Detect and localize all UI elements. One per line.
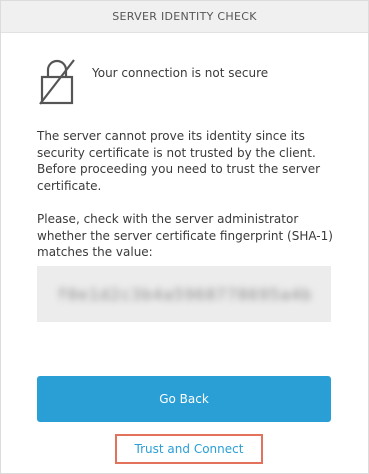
trust-highlight-box: Trust and Connect bbox=[115, 434, 263, 464]
identity-check-dialog: SERVER IDENTITY CHECK Your connection is… bbox=[0, 0, 369, 474]
fingerprint-value: f0e1d2c3b4a5968778695a4b bbox=[57, 284, 313, 304]
fingerprint-instructions: Please, check with the server administra… bbox=[37, 212, 333, 259]
dialog-header: SERVER IDENTITY CHECK bbox=[1, 1, 368, 33]
certificate-warning-text: The server cannot prove its identity sin… bbox=[37, 129, 321, 193]
status-message: Your connection is not secure bbox=[92, 66, 269, 80]
trust-and-connect-link[interactable]: Trust and Connect bbox=[135, 442, 244, 456]
dialog-title: SERVER IDENTITY CHECK bbox=[112, 10, 257, 23]
lock-unsecure-icon bbox=[39, 59, 75, 105]
go-back-button[interactable]: Go Back bbox=[37, 376, 331, 422]
go-back-label: Go Back bbox=[159, 392, 209, 406]
fingerprint-field: f0e1d2c3b4a5968778695a4b bbox=[37, 266, 331, 322]
security-status: Your connection is not secure bbox=[38, 57, 268, 107]
